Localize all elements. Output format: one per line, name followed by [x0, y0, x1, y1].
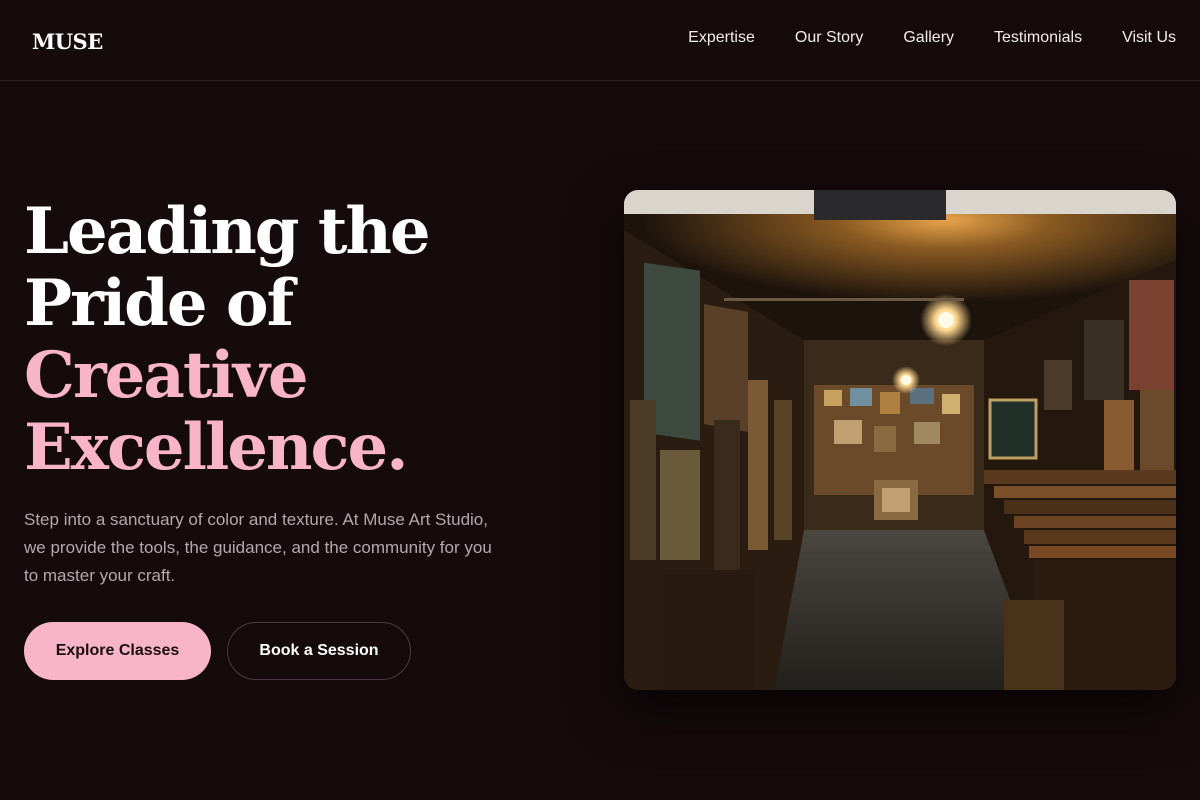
- hero-buttons: Explore Classes Book a Session: [24, 622, 544, 680]
- nav-link-our-story[interactable]: Our Story: [795, 29, 863, 47]
- book-session-button[interactable]: Book a Session: [227, 622, 411, 680]
- hero-headline: Leading the Pride of Creative Excellence…: [24, 196, 544, 484]
- hero-content: Leading the Pride of Creative Excellence…: [24, 196, 544, 680]
- art-gallery-photo-icon: [624, 190, 1176, 690]
- hero-image: [624, 190, 1176, 690]
- nav-link-visit-us[interactable]: Visit Us: [1122, 29, 1176, 47]
- nav-link-gallery[interactable]: Gallery: [903, 29, 954, 47]
- hero-description: Step into a sanctuary of color and textu…: [24, 510, 492, 585]
- headline-line-1: Leading the: [24, 194, 431, 269]
- site-header: MUSE Expertise Our Story Gallery Testimo…: [0, 0, 1200, 81]
- headline-line-4: Excellence.: [24, 410, 408, 485]
- nav-link-testimonials[interactable]: Testimonials: [994, 29, 1082, 47]
- logo[interactable]: MUSE: [32, 29, 103, 54]
- main-nav: Expertise Our Story Gallery Testimonials…: [688, 29, 1176, 47]
- nav-link-expertise[interactable]: Expertise: [688, 29, 755, 47]
- headline-line-3: Creative: [24, 338, 309, 413]
- headline-line-2: Pride of: [24, 266, 294, 341]
- explore-classes-button[interactable]: Explore Classes: [24, 622, 211, 680]
